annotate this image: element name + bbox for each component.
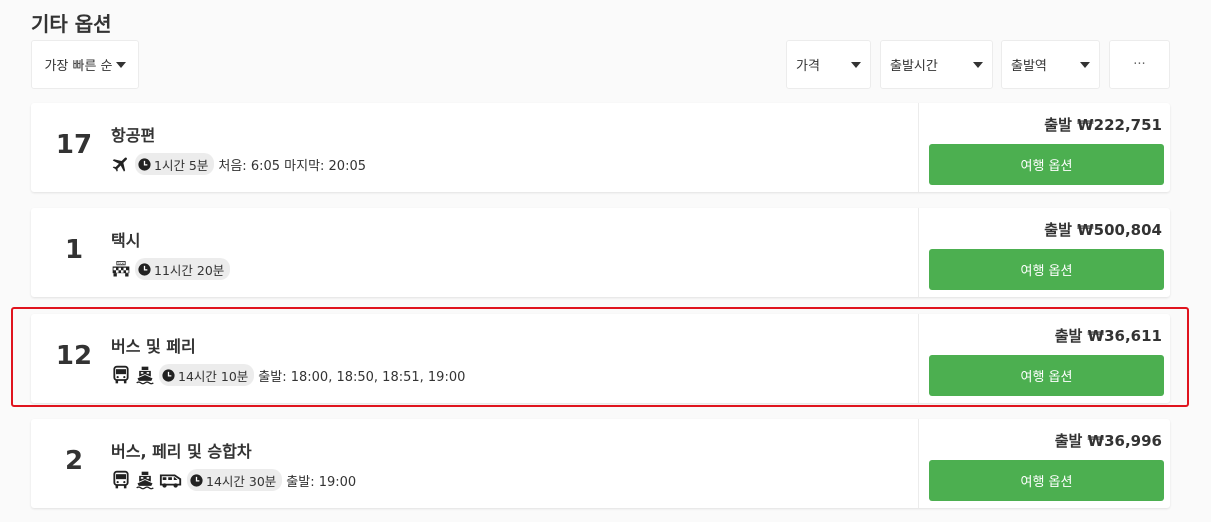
clock-icon xyxy=(162,368,175,382)
chevron-down-icon xyxy=(1080,61,1090,68)
travel-options-button[interactable]: 여행 옵션 xyxy=(929,249,1164,290)
option-title: 버스, 페리 및 승합차 xyxy=(111,442,252,461)
more-filters-label: ··· xyxy=(1133,57,1146,72)
schedule-text: 처음: 6:05 마지막: 20:05 xyxy=(218,158,367,174)
option-count: 17 xyxy=(55,130,93,160)
duration-text: 14시간 10분 xyxy=(178,368,249,384)
chevron-down-icon xyxy=(115,61,126,68)
ferry-icon xyxy=(135,470,155,490)
price-pane: 출발 ₩500,804 여행 옵션 xyxy=(918,208,1170,297)
ferry-icon xyxy=(135,365,155,385)
duration-badge: 14시간 10분 xyxy=(159,364,255,386)
bus-icon xyxy=(111,365,131,385)
price-pane: 출발 ₩36,996 여행 옵션 xyxy=(918,419,1170,508)
option-title: 항공편 xyxy=(111,126,156,145)
travel-option-taxi[interactable]: 1 택시 TAXI 11시간 20분 출발 ₩500,804 여행 옵션 xyxy=(31,208,1170,297)
travel-option-flight[interactable]: 17 항공편 1시간 5분 처음: 6:05 마지막: 20:05 출발 ₩22… xyxy=(31,103,1170,192)
duration-badge: 11시간 20분 xyxy=(135,258,231,280)
option-info: 1시간 5분 처음: 6:05 마지막: 20:05 xyxy=(111,153,366,175)
sort-label: 가장 빠른 순 xyxy=(44,59,113,74)
price-text: 출발 ₩500,804 xyxy=(1044,221,1162,239)
filter-price-label: 가격 xyxy=(796,59,820,74)
schedule-text: 출발: 18:00, 18:50, 18:51, 19:00 xyxy=(258,369,466,385)
duration-badge: 1시간 5분 xyxy=(135,153,215,175)
duration-text: 1시간 5분 xyxy=(154,157,209,173)
filter-departure-station[interactable]: 출발역 xyxy=(1001,40,1100,89)
svg-text:TAXI: TAXI xyxy=(117,261,125,265)
duration-badge: 14시간 30분 xyxy=(187,469,283,491)
option-info: 14시간 30분 출발: 19:00 xyxy=(111,469,356,491)
bus-icon xyxy=(111,470,131,490)
more-filters-button[interactable]: ··· xyxy=(1109,40,1170,89)
option-info: 14시간 10분 출발: 18:00, 18:50, 18:51, 19:00 xyxy=(111,364,465,386)
clock-icon xyxy=(138,262,151,276)
option-count: 2 xyxy=(64,446,84,476)
travel-option-bus-ferry-van[interactable]: 2 버스, 페리 및 승합차 14시간 30분 출발: 19:00 출발 ₩36… xyxy=(31,419,1170,508)
sort-dropdown[interactable]: 가장 빠른 순 xyxy=(31,40,139,89)
option-title: 버스 및 페리 xyxy=(111,337,196,356)
travel-options-button[interactable]: 여행 옵션 xyxy=(929,460,1164,501)
duration-text: 11시간 20분 xyxy=(154,262,225,278)
clock-icon xyxy=(138,157,151,171)
travel-options-button[interactable]: 여행 옵션 xyxy=(929,355,1164,396)
price-pane: 출발 ₩222,751 여행 옵션 xyxy=(918,103,1170,192)
clock-icon xyxy=(190,473,203,487)
filter-departure-time[interactable]: 출발시간 xyxy=(880,40,993,89)
taxi-icon: TAXI xyxy=(111,259,131,279)
chevron-down-icon xyxy=(973,61,983,68)
filter-departure-station-label: 출발역 xyxy=(1011,59,1047,74)
section-title: 기타 옵션 xyxy=(31,12,112,36)
chevron-down-icon xyxy=(851,61,861,68)
filter-departure-time-label: 출발시간 xyxy=(890,59,938,74)
option-count: 1 xyxy=(64,235,84,265)
option-title: 택시 xyxy=(111,231,141,250)
option-info: TAXI 11시간 20분 xyxy=(111,258,231,280)
schedule-text: 출발: 19:00 xyxy=(286,474,357,490)
filter-price[interactable]: 가격 xyxy=(786,40,871,89)
price-text: 출발 ₩36,996 xyxy=(1054,432,1162,450)
duration-text: 14시간 30분 xyxy=(206,473,277,489)
price-text: 출발 ₩222,751 xyxy=(1044,116,1162,134)
airplane-icon xyxy=(111,154,131,174)
travel-options-button[interactable]: 여행 옵션 xyxy=(929,144,1164,185)
price-pane: 출발 ₩36,611 여행 옵션 xyxy=(918,314,1170,403)
price-text: 출발 ₩36,611 xyxy=(1054,327,1162,345)
option-count: 12 xyxy=(55,341,93,371)
travel-option-bus-ferry[interactable]: 12 버스 및 페리 14시간 10분 출발: 18:00, 18:50, 18… xyxy=(31,314,1170,403)
van-icon xyxy=(159,470,183,490)
